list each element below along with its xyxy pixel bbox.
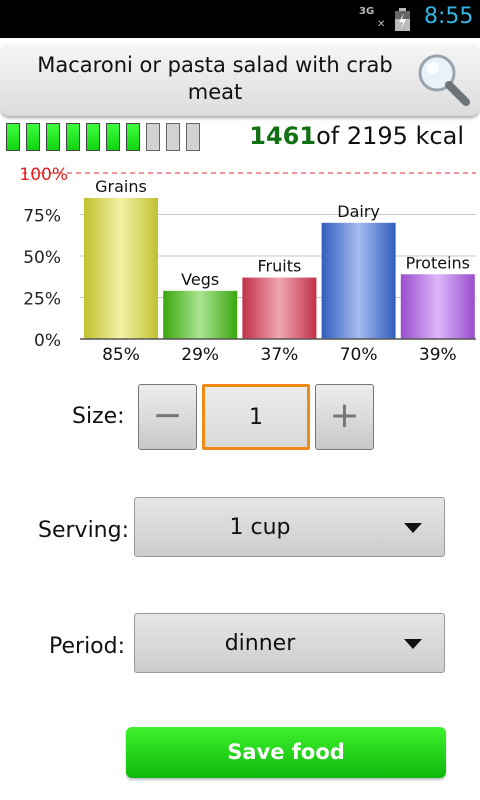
title-bar: Macaroni or pasta salad with crab meat bbox=[0, 44, 480, 116]
calorie-summary: 1461of 2195 kcal bbox=[249, 122, 464, 150]
chevron-down-icon bbox=[404, 639, 422, 649]
plus-icon: + bbox=[329, 395, 360, 436]
bar-fruits bbox=[242, 277, 317, 339]
bar-grains bbox=[84, 197, 158, 339]
serving-label: Serving: bbox=[38, 518, 129, 543]
calorie-segment bbox=[26, 123, 40, 151]
bar-vegs bbox=[163, 290, 238, 339]
calorie-segment bbox=[66, 123, 80, 151]
category-label: Fruits bbox=[257, 257, 301, 276]
calorie-segment bbox=[186, 123, 200, 151]
clock: 8:55 bbox=[424, 4, 474, 29]
chevron-down-icon bbox=[404, 523, 422, 533]
calorie-segment bbox=[126, 123, 140, 151]
serving-select[interactable]: 1 cup bbox=[134, 497, 445, 557]
value-label: 37% bbox=[261, 345, 299, 365]
size-label: Size: bbox=[72, 404, 125, 429]
category-label: Vegs bbox=[181, 270, 219, 289]
bar-proteins bbox=[400, 274, 475, 339]
calorie-segment bbox=[46, 123, 60, 151]
calories-goal: of 2195 kcal bbox=[316, 122, 464, 150]
calorie-segment bbox=[6, 123, 20, 151]
save-food-button[interactable]: Save food bbox=[126, 727, 446, 778]
food-title: Macaroni or pasta salad with crab meat bbox=[37, 53, 393, 104]
y-tick-label: 100% bbox=[19, 165, 68, 185]
category-label: Grains bbox=[95, 177, 147, 196]
value-label: 85% bbox=[102, 345, 140, 365]
size-value: 1 bbox=[249, 405, 263, 430]
period-select[interactable]: dinner bbox=[134, 613, 445, 673]
minus-icon: − bbox=[152, 395, 183, 436]
y-tick-label: 0% bbox=[34, 331, 61, 351]
bar-dairy bbox=[321, 222, 396, 339]
category-label: Dairy bbox=[337, 202, 380, 221]
calorie-progress: 1461of 2195 kcal bbox=[6, 122, 476, 152]
calorie-segment bbox=[106, 123, 120, 151]
y-tick-label: 50% bbox=[23, 248, 61, 268]
y-tick-label: 25% bbox=[23, 290, 61, 310]
size-plus-button[interactable]: + bbox=[315, 384, 374, 450]
search-icon[interactable] bbox=[414, 50, 472, 108]
food-group-chart: 0% 25% 50% 75% 100% Grains 85% Vegs 29% Fruits 37%… bbox=[19, 165, 476, 365]
no-signal-icon: ✕ bbox=[377, 19, 386, 30]
size-minus-button[interactable]: − bbox=[138, 384, 197, 450]
calorie-segment bbox=[86, 123, 100, 151]
period-label: Period: bbox=[49, 634, 126, 659]
period-value: dinner bbox=[224, 631, 296, 656]
calorie-segment bbox=[166, 123, 180, 151]
category-label: Proteins bbox=[406, 253, 470, 272]
size-value-field[interactable]: 1 bbox=[202, 384, 310, 450]
status-bar: 3G ✕ 8:55 bbox=[0, 0, 480, 38]
value-label: 39% bbox=[419, 345, 457, 365]
serving-value: 1 cup bbox=[229, 515, 291, 540]
battery-charging-icon bbox=[395, 8, 410, 31]
value-label: 70% bbox=[340, 345, 378, 365]
y-tick-label: 75% bbox=[23, 207, 61, 227]
save-food-label: Save food bbox=[227, 740, 345, 764]
calories-consumed: 1461 bbox=[249, 122, 317, 150]
value-label: 29% bbox=[181, 345, 219, 365]
network-type: 3G bbox=[359, 6, 375, 17]
calorie-segment bbox=[146, 123, 160, 151]
